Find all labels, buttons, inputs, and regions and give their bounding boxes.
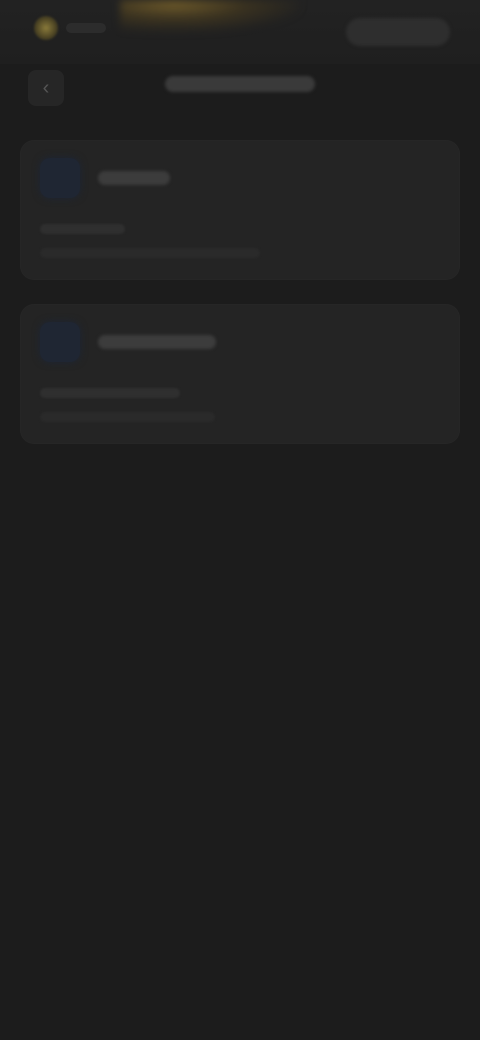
toolbar-pill[interactable] — [346, 18, 450, 46]
app-screen: ‹ — [0, 0, 480, 1040]
spark-icon[interactable] — [34, 16, 58, 40]
header-glow — [120, 0, 300, 32]
app-icon — [40, 158, 80, 198]
top-bar — [0, 0, 480, 64]
card-title-placeholder — [98, 335, 216, 349]
card-title-placeholder — [98, 171, 170, 185]
app-icon — [40, 322, 80, 362]
card-line-placeholder — [40, 412, 215, 422]
page-title-placeholder — [165, 76, 315, 92]
card-header — [40, 322, 440, 362]
card-subtitle-placeholder — [40, 224, 125, 234]
card-subtitle-placeholder — [40, 388, 180, 398]
card-header — [40, 158, 440, 198]
card-list — [20, 140, 460, 468]
card-line-placeholder — [40, 248, 260, 258]
card-item-2[interactable] — [20, 304, 460, 444]
header-left[interactable] — [34, 16, 106, 40]
page-title — [0, 76, 480, 97]
header-label-placeholder — [66, 23, 106, 33]
card-item-1[interactable] — [20, 140, 460, 280]
